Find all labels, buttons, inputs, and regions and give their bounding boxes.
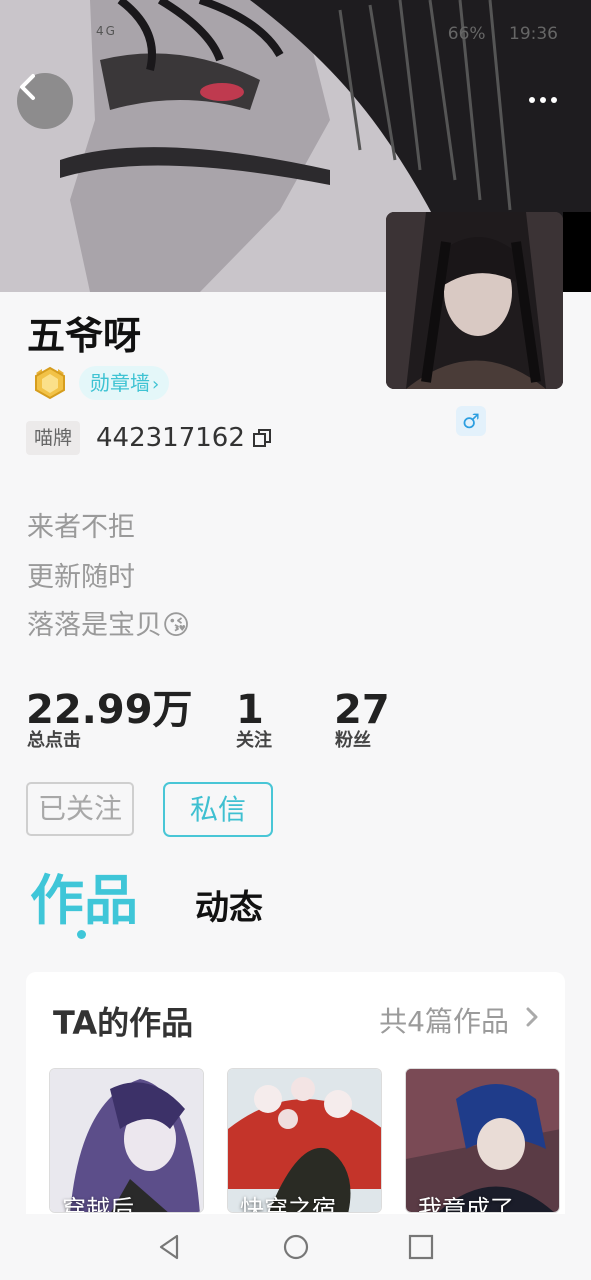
tab-works[interactable]: 作品 bbox=[30, 868, 138, 934]
bio-line-2: 更新随时 bbox=[27, 562, 135, 593]
more-dots-icon bbox=[529, 97, 535, 103]
work-cover-2[interactable]: 快穿之宿 bbox=[227, 1068, 382, 1213]
clock: 19:36 bbox=[509, 24, 558, 44]
status-bar: 4G 66% 19:36 bbox=[0, 18, 591, 48]
medal-wall-label: 勋章墙 bbox=[90, 371, 150, 395]
signal-indicator: 4G bbox=[96, 24, 117, 38]
nav-back-icon[interactable] bbox=[155, 1232, 185, 1262]
message-button[interactable]: 私信 bbox=[163, 782, 273, 837]
nav-home-icon[interactable] bbox=[281, 1232, 311, 1262]
cover-title-3: 我竟成了 bbox=[418, 1195, 514, 1213]
more-button[interactable] bbox=[523, 88, 563, 112]
active-tab-indicator bbox=[77, 930, 86, 939]
bio-line-1: 来者不拒 bbox=[27, 512, 135, 543]
avatar-image bbox=[386, 212, 563, 389]
miaopai-tag: 喵牌 bbox=[26, 421, 81, 455]
tab-moments[interactable]: 动态 bbox=[195, 885, 263, 931]
username: 五爷呀 bbox=[27, 314, 142, 358]
system-nav-bar bbox=[0, 1214, 591, 1280]
total-clicks-label: 总点击 bbox=[27, 730, 81, 751]
kiss-emoji-icon: 😘 bbox=[162, 610, 191, 641]
works-title: TA的作品 bbox=[53, 1004, 194, 1042]
battery-level: 66% bbox=[447, 24, 486, 44]
gender-badge: ♂ bbox=[456, 406, 486, 436]
copy-icon[interactable] bbox=[252, 428, 272, 448]
cover-title-1: 穿越后 bbox=[62, 1195, 134, 1213]
back-arrow-icon bbox=[20, 74, 35, 100]
following-label[interactable]: 关注 bbox=[236, 726, 272, 752]
nav-recents-icon[interactable] bbox=[406, 1232, 436, 1262]
work-cover-3[interactable]: 我竟成了 bbox=[405, 1068, 560, 1213]
work-cover-1[interactable]: 穿越后 bbox=[49, 1068, 204, 1213]
chevron-right-icon: › bbox=[152, 374, 160, 395]
bio-line-3-text: 落落是宝贝 bbox=[27, 610, 162, 641]
bio-line-3: 落落是宝贝😘 bbox=[27, 603, 190, 642]
back-button[interactable] bbox=[17, 73, 73, 129]
cover-title-2: 快穿之宿 bbox=[240, 1195, 336, 1213]
works-count-link[interactable]: 共4篇作品 bbox=[379, 1000, 509, 1040]
status-right: 66% 19:36 bbox=[448, 24, 558, 44]
followed-button[interactable]: 已关注 bbox=[26, 782, 134, 836]
chevron-right-icon[interactable] bbox=[525, 1006, 539, 1028]
user-id: 442317162 bbox=[96, 423, 245, 453]
gold-medal-icon[interactable] bbox=[32, 365, 68, 401]
avatar[interactable] bbox=[386, 212, 563, 389]
medal-wall-link[interactable]: 勋章墙 › bbox=[79, 366, 170, 400]
fans-label[interactable]: 粉丝 bbox=[335, 726, 371, 752]
